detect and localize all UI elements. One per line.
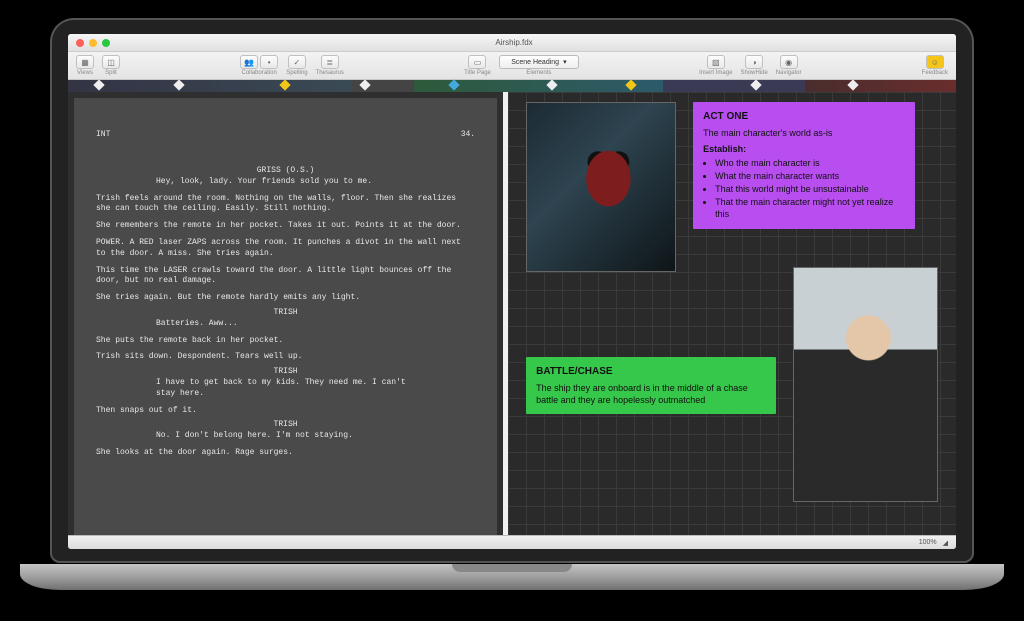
window-title: Airship.fdx <box>110 38 918 47</box>
laptop-mockup: Airship.fdx ▦ Views ◫ Split <box>50 18 974 578</box>
thesaurus-label: Thesaurus <box>316 70 344 76</box>
toolbar: ▦ Views ◫ Split 👥 • Collaborati <box>68 52 956 80</box>
script-act[interactable]: Trish feels around the room. Nothing on … <box>96 194 475 216</box>
slugline: INT <box>96 130 110 141</box>
battle-title: BATTLE/CHASE <box>536 365 766 379</box>
scene-timeline[interactable] <box>68 80 956 92</box>
title-page-button[interactable]: ▭ <box>468 55 486 69</box>
title-page-label: Title Page <box>464 70 491 76</box>
beat-board[interactable]: ACT ONE The main character's world as-is… <box>503 92 956 535</box>
script-pane[interactable]: INT 34. GRISS (O.S.)Hey, look, lady. You… <box>68 92 503 535</box>
window-controls <box>76 39 110 47</box>
script-dlg[interactable]: No. I don't belong here. I'm not staying… <box>156 431 415 442</box>
script-char[interactable]: GRISS (O.S.) <box>96 166 475 177</box>
views-label: Views <box>77 70 93 76</box>
script-char[interactable]: TRISH <box>96 420 475 431</box>
minimize-icon[interactable] <box>89 39 97 47</box>
laptop-base <box>20 564 1004 590</box>
script-page[interactable]: INT 34. GRISS (O.S.)Hey, look, lady. You… <box>74 98 497 535</box>
script-act[interactable]: Then snaps out of it. <box>96 406 475 417</box>
script-act[interactable]: She puts the remote back in her pocket. <box>96 336 475 347</box>
script-char[interactable]: TRISH <box>96 367 475 378</box>
act-one-card[interactable]: ACT ONE The main character's world as-is… <box>693 102 915 229</box>
battle-chase-card[interactable]: BATTLE/CHASE The ship they are onboard i… <box>526 357 776 414</box>
script-act[interactable]: She remembers the remote in her pocket. … <box>96 221 475 232</box>
zoom-level: 100% <box>919 539 937 546</box>
showhide-label: ShowHide <box>740 70 767 76</box>
script-act[interactable]: She looks at the door again. Rage surges… <box>96 448 475 459</box>
act-one-bullet: Who the main character is <box>715 157 905 169</box>
collaboration-label: Collaboration <box>242 70 277 76</box>
script-dlg[interactable]: I have to get back to my kids. They need… <box>156 378 415 400</box>
app-window: Airship.fdx ▦ Views ◫ Split <box>68 34 956 549</box>
resize-grip-icon[interactable]: ◢ <box>943 539 948 547</box>
close-icon[interactable] <box>76 39 84 47</box>
board-image-2[interactable] <box>793 267 938 502</box>
act-one-subtitle: The main character's world as-is <box>703 127 905 139</box>
act-one-title: ACT ONE <box>703 110 905 124</box>
zoom-icon[interactable] <box>102 39 110 47</box>
establish-label: Establish: <box>703 144 746 154</box>
collaboration-button[interactable]: 👥 <box>240 55 258 69</box>
workspace-split: INT 34. GRISS (O.S.)Hey, look, lady. You… <box>68 92 956 535</box>
chevron-down-icon: ▾ <box>563 58 567 66</box>
elements-label: Elements <box>526 70 551 76</box>
elements-value: Scene Heading <box>511 59 559 66</box>
navigator-label: Navigator <box>776 70 802 76</box>
script-dlg[interactable]: Hey, look, lady. Your friends sold you t… <box>156 177 415 188</box>
script-act[interactable]: Trish sits down. Despondent. Tears well … <box>96 352 475 363</box>
split-label: Split <box>105 70 117 76</box>
script-act[interactable]: She tries again. But the remote hardly e… <box>96 293 475 304</box>
page-number: 34. <box>461 130 475 141</box>
board-image-1[interactable] <box>526 102 676 272</box>
insert-image-button[interactable]: ▧ <box>707 55 725 69</box>
split-button[interactable]: ◫ <box>102 55 120 69</box>
laptop-notch <box>452 564 572 572</box>
script-char[interactable]: TRISH <box>96 308 475 319</box>
spelling-button[interactable]: ✓ <box>288 55 306 69</box>
script-dlg[interactable]: Batteries. Aww... <box>156 319 415 330</box>
battle-body: The ship they are onboard is in the midd… <box>536 382 766 406</box>
collaboration-button-b[interactable]: • <box>260 55 278 69</box>
screen-bezel: Airship.fdx ▦ Views ◫ Split <box>50 18 974 563</box>
thesaurus-button[interactable]: ≣ <box>321 55 339 69</box>
act-one-bullets: Who the main character isWhat the main c… <box>703 157 905 221</box>
script-act[interactable]: This time the LASER crawls toward the do… <box>96 266 475 288</box>
window-titlebar: Airship.fdx <box>68 34 956 52</box>
act-one-bullet: That the main character might not yet re… <box>715 196 905 220</box>
feedback-button[interactable]: ☺ <box>926 55 944 69</box>
showhide-button[interactable]: ◑ <box>745 55 763 69</box>
elements-select[interactable]: Scene Heading ▾ <box>499 55 579 69</box>
script-act[interactable]: POWER. A RED laser ZAPS across the room.… <box>96 238 475 260</box>
navigator-button[interactable]: ◉ <box>780 55 798 69</box>
act-one-bullet: What the main character wants <box>715 170 905 182</box>
spelling-label: Spelling <box>286 70 307 76</box>
views-button[interactable]: ▦ <box>76 55 94 69</box>
status-bar: 100% ◢ <box>68 535 956 549</box>
insert-image-label: Insert Image <box>699 70 732 76</box>
feedback-label: Feedback <box>922 70 948 76</box>
act-one-bullet: That this world might be unsustainable <box>715 183 905 195</box>
